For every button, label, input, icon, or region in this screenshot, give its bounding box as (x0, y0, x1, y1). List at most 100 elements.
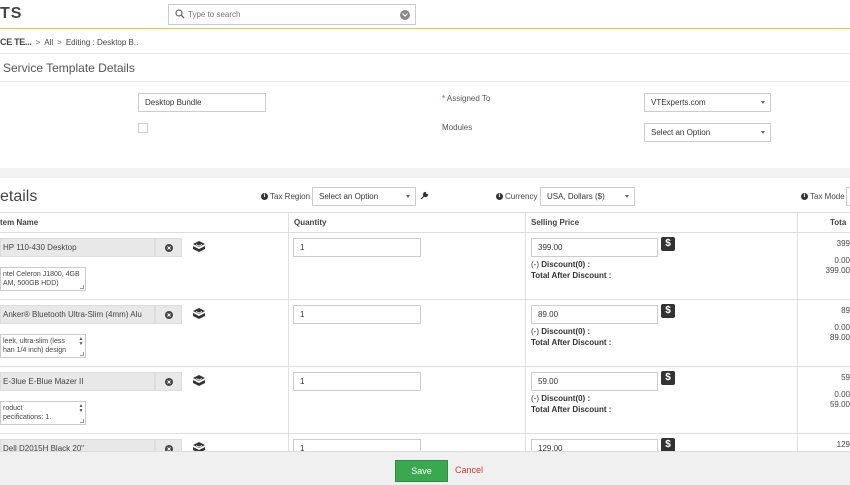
caret-down-icon (625, 195, 629, 198)
total-after-discount-label: Total After Discount : (531, 338, 612, 347)
total-after-discount-label: Total After Discount : (531, 405, 612, 414)
quantity-input[interactable]: 1 (293, 372, 421, 391)
tax-region-label: i Tax Region (261, 192, 310, 201)
item-name-field[interactable]: E-3lue E-Blue Mazer II (0, 372, 155, 391)
assigned-to-label: * Assigned To (442, 94, 490, 103)
currency-label-text: Currency (505, 192, 538, 201)
breadcrumb-all[interactable]: All (44, 38, 53, 47)
item-name-field[interactable]: Anker® Bluetooth Ultra-Slim (4mm) Alu (0, 305, 155, 324)
assigned-to-value: VTExperts.com (651, 98, 706, 107)
clear-item-button[interactable] (155, 305, 182, 324)
required-marker: * (442, 94, 446, 103)
row-total-after-discount: 399.00 (825, 266, 850, 275)
price-book-icon[interactable]: $ (661, 237, 675, 251)
selling-price-input[interactable]: 399.00 (531, 238, 658, 257)
breadcrumb-module[interactable]: CE TE... (0, 37, 32, 47)
search-icon (175, 9, 185, 19)
column-header-item-name: tem Name (0, 218, 39, 227)
scroll-arrows-icon[interactable]: ▲ ▼ (78, 404, 84, 416)
item-description-textarea[interactable]: leek, ultra-slim (less han 1/4 inch) desi… (0, 334, 86, 358)
breadcrumb-separator-icon: > (35, 37, 41, 47)
row-total-after-discount: 89.00 (829, 333, 850, 342)
row-discount-amount: 0.00 (834, 323, 850, 332)
tax-region-select[interactable]: Select an Option (312, 187, 416, 206)
quantity-input[interactable]: 1 (293, 238, 421, 257)
product-box-icon[interactable] (192, 240, 206, 254)
caret-down-icon (761, 101, 765, 104)
modules-label: Modules (442, 123, 473, 132)
info-icon: i (801, 193, 808, 200)
row-total-after-discount: 59.00 (829, 400, 850, 409)
breadcrumb-separator-icon: > (57, 37, 62, 47)
row-total: 399 (836, 239, 850, 248)
selling-price-input[interactable]: 59.00 (531, 372, 658, 391)
table-row: Anker® Bluetooth Ultra-Slim (4mm) Alu lee… (0, 300, 850, 367)
currency-select[interactable]: USA, Dollars ($) (540, 187, 635, 206)
form-footer: Save Cancel (0, 451, 850, 485)
assigned-to-label-text: Assigned To (446, 94, 491, 103)
modules-select[interactable]: Select an Option (644, 123, 771, 142)
breadcrumb-current: Editing : Desktop B.. (65, 37, 139, 47)
clear-item-button[interactable] (155, 238, 182, 257)
items-table-header: tem Name Quantity Selling Price Tota (0, 212, 850, 233)
tax-region-value: Select an Option (319, 192, 379, 201)
selling-price-input[interactable]: 89.00 (531, 305, 658, 324)
tax-mode-label-text: Tax Mode (810, 192, 845, 201)
info-icon: i (261, 193, 268, 200)
currency-value: USA, Dollars ($) (547, 192, 605, 201)
row-total: 129 (836, 440, 850, 449)
breadcrumb: CE TE... > All > Editing : Desktop B.. (0, 36, 138, 48)
item-description-textarea[interactable]: ntel Celeron J1800, 4GB AM, 500GB HDD) (0, 267, 86, 291)
section-title-items: etails (0, 188, 38, 205)
total-after-discount-label: Total After Discount : (531, 271, 612, 280)
cancel-link[interactable]: Cancel (455, 465, 483, 475)
scroll-arrows-icon[interactable]: ▲ ▼ (78, 337, 84, 349)
global-search[interactable] (168, 4, 416, 25)
resize-handle-icon[interactable] (80, 419, 84, 423)
tax-mode-label: i Tax Mode (801, 192, 845, 201)
price-book-icon[interactable]: $ (661, 371, 675, 385)
search-input[interactable] (188, 7, 388, 22)
product-box-icon[interactable] (192, 307, 206, 321)
item-description-textarea[interactable]: roduct pecifications: 1. ▲ ▼ (0, 401, 86, 425)
tax-mode-select[interactable] (846, 187, 850, 206)
item-name-field[interactable]: HP 110-430 Desktop (0, 238, 155, 257)
divider (0, 81, 850, 82)
row-total: 59 (841, 373, 850, 382)
divider (0, 53, 850, 54)
clear-item-button[interactable] (155, 372, 182, 391)
price-book-icon[interactable]: $ (661, 304, 675, 318)
row-total: 89 (841, 306, 850, 315)
discount-link[interactable]: (-) Discount(0) : (531, 394, 590, 403)
table-row: E-3lue E-Blue Mazer II roduct pecification… (0, 367, 850, 434)
caret-down-icon (406, 195, 410, 198)
modules-value: Select an Option (651, 128, 711, 137)
row-discount-amount: 0.00 (834, 390, 850, 399)
tax-region-label-text: Tax Region (270, 192, 311, 201)
product-box-icon[interactable] (192, 374, 206, 388)
app-title: TS (0, 5, 23, 22)
column-header-quantity: Quantity (294, 218, 327, 227)
template-name-input[interactable]: Desktop Bundle (138, 93, 266, 112)
top-bar: TS (0, 0, 850, 29)
info-icon: i (496, 193, 503, 200)
row-discount-amount: 0.00 (834, 256, 850, 265)
resize-handle-icon[interactable] (80, 352, 84, 356)
price-book-icon[interactable]: $ (661, 438, 675, 452)
column-header-total: Tota (830, 218, 847, 227)
currency-label: i Currency (496, 192, 537, 201)
discount-link[interactable]: (-) Discount(0) : (531, 260, 590, 269)
assigned-to-select[interactable]: VTExperts.com (644, 93, 771, 112)
caret-down-icon (761, 131, 765, 134)
table-row: HP 110-430 Desktop ntel Celeron J1800, 4G… (0, 233, 850, 300)
chevron-down-icon[interactable] (400, 10, 410, 20)
save-button[interactable]: Save (395, 460, 448, 482)
discount-link[interactable]: (-) Discount(0) : (531, 327, 590, 336)
column-header-selling-price: Selling Price (531, 218, 580, 227)
wrench-icon[interactable] (419, 191, 429, 201)
template-checkbox[interactable] (138, 123, 148, 133)
quantity-input[interactable]: 1 (293, 305, 421, 324)
resize-handle-icon[interactable] (80, 285, 84, 289)
section-separator (0, 168, 850, 178)
section-title-details: Service Template Details (3, 61, 135, 75)
